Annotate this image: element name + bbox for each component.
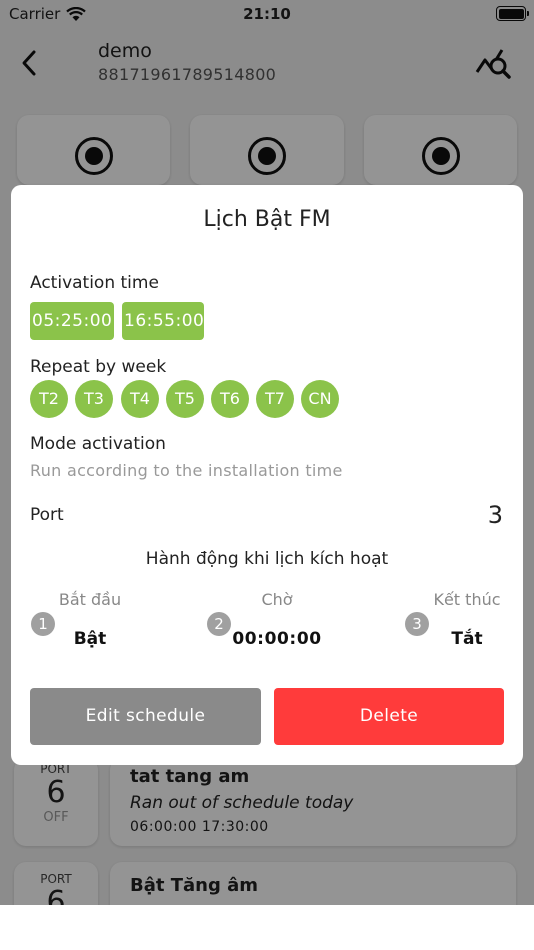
step-number: 1 xyxy=(31,612,55,636)
mode-label: Mode activation xyxy=(30,434,166,454)
day-chip: T7 xyxy=(256,380,294,418)
schedule-dialog: Lịch Bật FM Activation time 05:25:00 16:… xyxy=(11,185,523,765)
day-chip: T6 xyxy=(211,380,249,418)
activation-time-chip: 16:55:00 xyxy=(122,302,204,340)
day-chip: T3 xyxy=(75,380,113,418)
edit-schedule-button[interactable]: Edit schedule xyxy=(30,688,261,745)
repeat-label: Repeat by week xyxy=(30,357,167,377)
step-label: Kết thúc xyxy=(433,590,501,609)
delete-button[interactable]: Delete xyxy=(274,688,504,745)
day-chip: T4 xyxy=(121,380,159,418)
step-value: 00:00:00 xyxy=(232,629,322,649)
step-start: Bắt đầu Bật xyxy=(55,590,125,649)
day-chip: T2 xyxy=(30,380,68,418)
day-chip: T5 xyxy=(166,380,204,418)
step-end: Kết thúc Tắt xyxy=(427,590,507,649)
step-label: Chờ xyxy=(261,590,293,609)
step-number: 3 xyxy=(405,612,429,636)
bottom-area xyxy=(0,905,534,950)
step-value: Bật xyxy=(73,629,107,649)
dialog-title: Lịch Bật FM xyxy=(203,207,331,232)
step-wait: Chờ 00:00:00 xyxy=(226,590,328,649)
activation-time-label: Activation time xyxy=(30,273,159,293)
step-value: Tắt xyxy=(451,629,483,649)
port-label: Port xyxy=(30,505,64,525)
activation-time-chip: 05:25:00 xyxy=(30,302,114,340)
step-label: Bắt đầu xyxy=(58,590,122,609)
mode-value: Run according to the installation time xyxy=(30,461,343,480)
action-title: Hành động khi lịch kích hoạt xyxy=(145,549,389,569)
port-value: 3 xyxy=(487,501,503,529)
day-chip: CN xyxy=(301,380,339,418)
